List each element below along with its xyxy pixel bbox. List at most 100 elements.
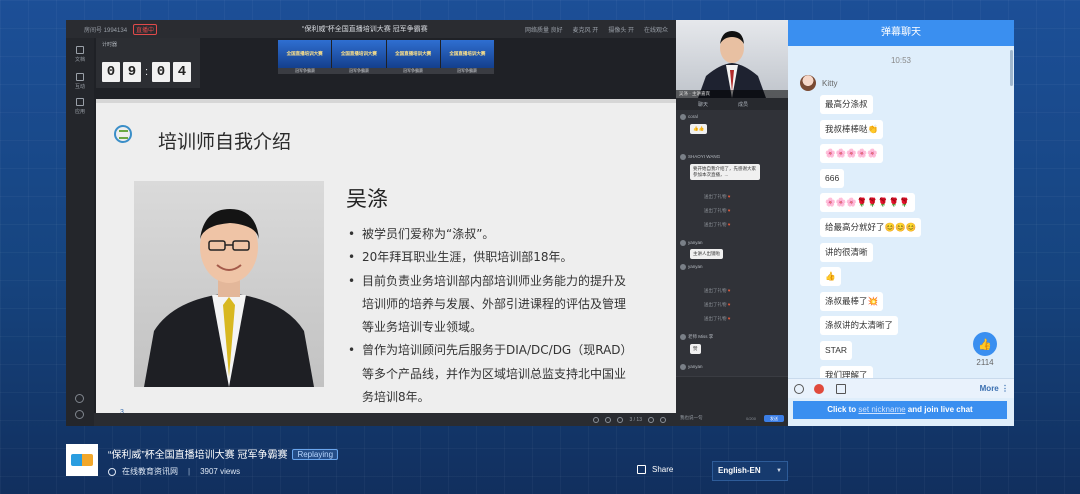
thumbs-up-icon: 👍 xyxy=(978,338,992,351)
like-button[interactable]: 👍 xyxy=(973,332,997,356)
host-user-icon xyxy=(108,467,116,476)
fit-screen-icon[interactable] xyxy=(660,416,666,423)
chat-message: 涤叔最棒了💥 xyxy=(820,291,884,311)
player-chat-message: coral xyxy=(680,114,698,120)
chat-timestamp: 10:53 xyxy=(890,56,912,65)
share-label: Share xyxy=(652,465,674,474)
banner-cell: 全国直播培训大赛 xyxy=(440,40,494,68)
chat-history-icon[interactable] xyxy=(836,384,846,394)
viewers-status[interactable]: 在线观众 xyxy=(644,25,668,34)
stream-meta: 在线教育资讯网 | 3907 views xyxy=(108,466,240,477)
chat-message: STAR xyxy=(820,340,853,360)
chat-input-placeholder[interactable]: 我也说一句 xyxy=(680,415,703,421)
gift-icon[interactable] xyxy=(814,384,824,394)
teacher-camera[interactable]: 吴涤 · 主讲嘉宾 xyxy=(676,20,788,98)
settings-icon[interactable] xyxy=(75,410,84,419)
chevron-down-icon: ▼ xyxy=(776,468,782,474)
system-line: 送出了礼物 ♥ xyxy=(704,222,731,227)
apps-grid-icon xyxy=(76,98,84,106)
tab-chat[interactable]: 聊天 xyxy=(698,101,708,108)
event-banner: 全国直播培训大赛 全国直播培训大赛 全国直播培训大赛 全国直播培训大赛 xyxy=(278,40,494,68)
fullscreen-icon[interactable] xyxy=(75,394,84,403)
clap-emoji-icon: 👏 xyxy=(867,123,879,134)
chat-user: yanyan xyxy=(688,364,703,370)
system-line: 送出了礼物 ♥ xyxy=(704,194,731,199)
chat-user: yanyan xyxy=(688,240,703,246)
view-count: 3907 views xyxy=(200,467,241,476)
chat-message: 🌸🌸🌸🌹🌹🌹🌹🌹 xyxy=(820,193,915,213)
slide-title: 培训师自我介绍 xyxy=(158,131,292,153)
player-topbar-tools: 网络质量 良好 麦克风 开 摄像头 开 在线观众 xyxy=(525,25,668,34)
avatar xyxy=(800,75,816,91)
player-chat-bubble: 要开始自我介绍了，先感谢大家参加本次直播，... xyxy=(690,164,760,180)
chat-toolbar: More ⋮ xyxy=(788,378,1014,398)
left-tool-label: 互动 xyxy=(74,84,85,90)
chat-message: 我叔棒棒哒👏 xyxy=(820,119,884,139)
language-select[interactable]: English-EN ▼ xyxy=(712,461,788,481)
chat-message-list: 最高分涤叔 我叔棒棒哒👏 🌸🌸🌸🌸🌸 666 🌸🌸🌸🌹🌹🌹🌹🌹 给最高分就好了😊… xyxy=(820,94,922,389)
avatar xyxy=(680,264,686,270)
zoom-in-icon[interactable] xyxy=(605,416,612,423)
avatar xyxy=(680,364,686,370)
chat-user: 老师 Miss 李 xyxy=(688,334,714,340)
chat-message: 最高分涤叔 xyxy=(820,95,873,114)
timer-digit: 9 xyxy=(123,62,141,82)
player-chat-input[interactable]: 我也说一句 0/200 发送 xyxy=(676,376,788,426)
mic-status[interactable]: 麦克风 开 xyxy=(573,25,599,34)
banner-strip: 冠军争霸赛 冠军争霸赛 冠军争霸赛 冠军争霸赛 xyxy=(278,68,494,74)
player-chat-tabs: 聊天 成员 xyxy=(676,98,788,110)
left-tool-interact[interactable]: 互动 xyxy=(66,73,94,90)
chat-username: Kitty xyxy=(822,78,838,88)
timer-label: 计时器 xyxy=(102,42,118,48)
bayer-logo-icon xyxy=(114,125,132,143)
slide-controls: 3 / 13 xyxy=(94,413,676,426)
live-status-badge: 直播中 xyxy=(133,23,158,35)
join-chat-button[interactable]: Click to set nickname and join live chat xyxy=(793,401,1007,419)
avatar xyxy=(680,240,686,246)
presentation-slide: 培训师自我介绍 吴涤 被学员们爱称为“涤叔”。 20年拜耳职业生涯，供职培训部1… xyxy=(96,99,676,423)
chat-message: 给最高分就好了😊😊😊 xyxy=(820,217,922,237)
banner-strip-text: 冠军争霸赛 xyxy=(349,68,369,73)
player-chat-message: SHAOYI WANG xyxy=(680,154,720,160)
banner-cell: 全国直播培训大赛 xyxy=(278,40,332,68)
danmu-chat-panel: 弹幕聊天 10:53 Kitty 最高分涤叔 我叔棒棒哒👏 🌸🌸🌸🌸🌸 666 … xyxy=(788,20,1014,426)
network-status: 网络质量 良好 xyxy=(524,27,563,34)
host-name[interactable]: 在线教育资讯网 xyxy=(122,466,178,477)
share-button[interactable]: Share xyxy=(637,465,673,474)
chat-message: 涤叔讲的太清晰了 xyxy=(820,316,899,336)
replay-badge: Replaying xyxy=(292,449,339,460)
camera-status[interactable]: 摄像头 开 xyxy=(608,25,634,34)
channel-logo[interactable] xyxy=(66,444,98,476)
slide-bullet: 20年拜耳职业生涯，供职培训部18年。 xyxy=(348,246,633,270)
emoji-icon[interactable] xyxy=(794,384,804,394)
next-page-icon[interactable] xyxy=(648,416,654,423)
timer-digit: 4 xyxy=(173,62,191,82)
left-tool-apps[interactable]: 应用 xyxy=(66,98,94,115)
video-player[interactable]: 房间号 1994134 直播中 “保利威”杯全国直播培训大赛 冠军争霸赛 网络质… xyxy=(66,20,788,426)
avatar xyxy=(680,114,686,120)
timer-colon: : xyxy=(144,66,149,78)
tab-members[interactable]: 成员 xyxy=(738,101,748,108)
more-button[interactable]: More ⋮ xyxy=(980,384,1009,393)
interact-icon xyxy=(76,73,84,81)
chat-scrollbar[interactable] xyxy=(1010,50,1013,86)
slide-bullet: 被学员们爱称为“涤叔”。 xyxy=(348,223,633,247)
player-chat-message: yanyan xyxy=(680,240,703,246)
player-chat-message: 老师 Miss 李 xyxy=(680,334,713,340)
system-line: 送出了礼物 ♥ xyxy=(704,302,731,307)
zoom-out-icon[interactable] xyxy=(617,416,624,423)
set-nickname-link[interactable]: set nickname xyxy=(858,405,905,414)
room-id: 房间号 1994134 xyxy=(84,27,128,34)
left-tool-document[interactable]: 文档 xyxy=(66,46,94,63)
send-button[interactable]: 发送 xyxy=(764,415,784,422)
like-count: 2114 xyxy=(976,358,994,367)
player-chat-panel: 聊天 成员 coral 👍👍 SHAOYI WANG 要开始自我介绍了，先感谢大… xyxy=(676,98,788,426)
left-tool-label: 应用 xyxy=(74,109,85,115)
camera-caption: 吴涤 · 主讲嘉宾 xyxy=(676,90,788,98)
slide-bullets: 被学员们爱称为“涤叔”。 20年拜耳职业生涯，供职培训部18年。 目前负责业务培… xyxy=(348,223,633,409)
left-tool-label: 文档 xyxy=(74,57,85,63)
banner-strip-text: 冠军争霸赛 xyxy=(403,68,423,73)
player-chat-bubble: 赞 xyxy=(690,344,701,354)
sparkle-emoji-icon: 💥 xyxy=(867,296,879,306)
prev-page-icon[interactable] xyxy=(593,416,600,423)
